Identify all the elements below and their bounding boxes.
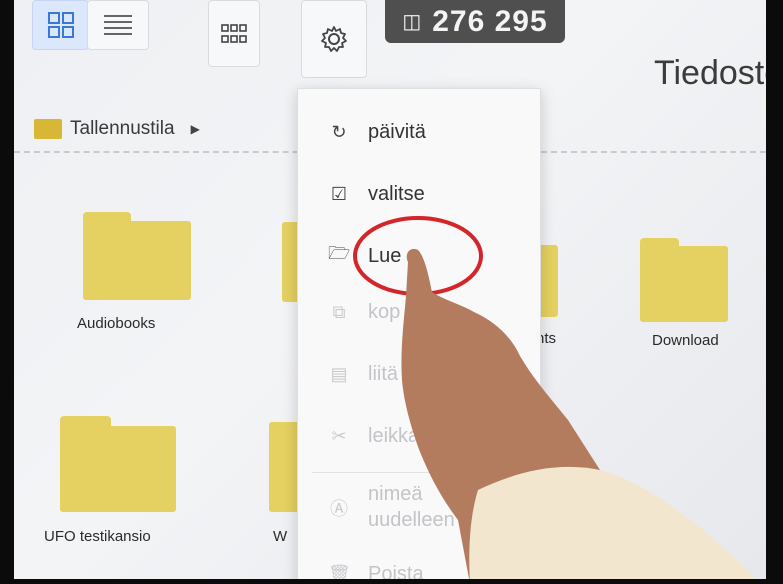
folder-w[interactable] (269, 422, 299, 512)
folder-outline-icon: 🗁 (328, 243, 351, 263)
grid-icon (47, 12, 74, 38)
menu-item-label: Lue (368, 244, 402, 267)
folder-body (269, 422, 299, 512)
settings-button[interactable] (301, 0, 367, 78)
density-button[interactable] (208, 0, 260, 67)
folder-ufo-testikansio[interactable] (60, 416, 176, 512)
breadcrumb-label: Tallennustila (70, 118, 175, 139)
menu-item-label: kop (368, 301, 401, 323)
folder-download[interactable] (640, 238, 728, 322)
rename-icon: Ⓐ (330, 499, 348, 519)
copy-icon: ⧉ (332, 302, 346, 322)
storage-icon: ◫ (402, 11, 423, 33)
folder-label: UFO testikansio (44, 528, 151, 545)
storage-counter: 276 295 (432, 4, 548, 38)
right-border (766, 0, 783, 584)
page-title: Tiedosto (654, 54, 766, 92)
grid-view-button[interactable] (32, 0, 89, 50)
refresh-icon: ↻ (331, 122, 347, 142)
scissors-icon: ✂ (331, 426, 347, 446)
folder-body (60, 425, 176, 512)
menu-item-refresh[interactable]: ↻ päivitä (298, 121, 540, 144)
menu-item-label: nimeä uudelleen (368, 483, 455, 531)
menu-item-paste[interactable]: ▤ liitä (298, 363, 540, 386)
left-border (0, 0, 14, 584)
folder-icon (34, 119, 62, 139)
checkbox-icon: ☑ (330, 184, 348, 204)
folder-audiobooks[interactable] (83, 212, 191, 300)
menu-item-label: päivitä (368, 121, 426, 143)
folder-label: Audiobooks (77, 315, 156, 332)
folder-label: W (273, 528, 288, 545)
menu-item-cut[interactable]: ✂ leikkaa (298, 425, 540, 448)
list-view-button[interactable] (87, 0, 149, 50)
paste-icon: ▤ (330, 364, 348, 384)
chevron-right-icon: ▶ (190, 122, 200, 136)
menu-item-select[interactable]: ☑ valitse (298, 183, 540, 206)
menu-item-read[interactable]: 🗁 Lue (298, 241, 540, 271)
menu-item-label: valitse (368, 183, 425, 205)
storage-indicator: ◫ 276 295 (385, 0, 565, 43)
folder-body (640, 246, 728, 322)
small-grid-icon (221, 23, 247, 43)
menu-item-rename[interactable]: Ⓐ nimeä uudelleen (298, 481, 540, 533)
list-icon (104, 15, 132, 35)
screen: ◫ 276 295 Tiedosto Tallennustila ▶ Audio… (14, 0, 766, 584)
menu-item-copy[interactable]: ⧉ kop (298, 301, 540, 324)
menu-separator (312, 472, 526, 473)
bottom-border (0, 579, 783, 584)
folder-body (83, 220, 191, 300)
context-menu: ↻ päivitä ☑ valitse 🗁 Lue ⧉ kop ▤ liitä … (297, 88, 541, 584)
breadcrumb[interactable]: Tallennustila ▶ (34, 118, 200, 140)
photo-frame: ◫ 276 295 Tiedosto Tallennustila ▶ Audio… (0, 0, 783, 584)
menu-item-label: liitä (368, 363, 399, 385)
gear-icon (321, 26, 347, 52)
menu-item-label: leikkaa (368, 425, 431, 447)
folder-label: Download (652, 332, 719, 349)
